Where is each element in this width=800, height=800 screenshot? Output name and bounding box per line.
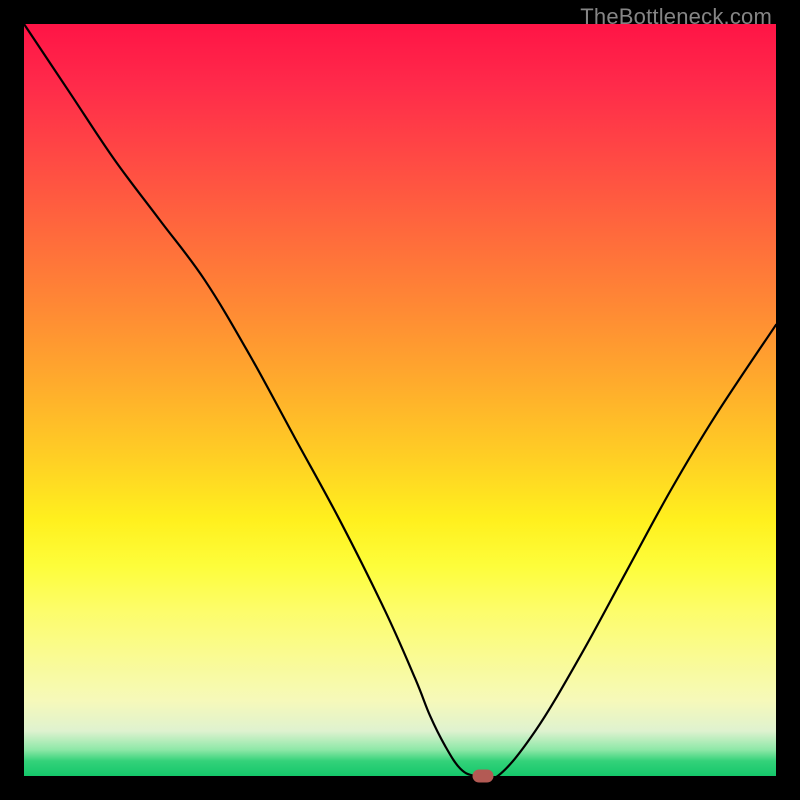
bottleneck-curve bbox=[24, 24, 776, 776]
curve-path bbox=[24, 24, 776, 780]
chart-frame: TheBottleneck.com bbox=[0, 0, 800, 800]
chart-plot-area bbox=[24, 24, 776, 776]
optimal-point-marker bbox=[472, 770, 493, 783]
